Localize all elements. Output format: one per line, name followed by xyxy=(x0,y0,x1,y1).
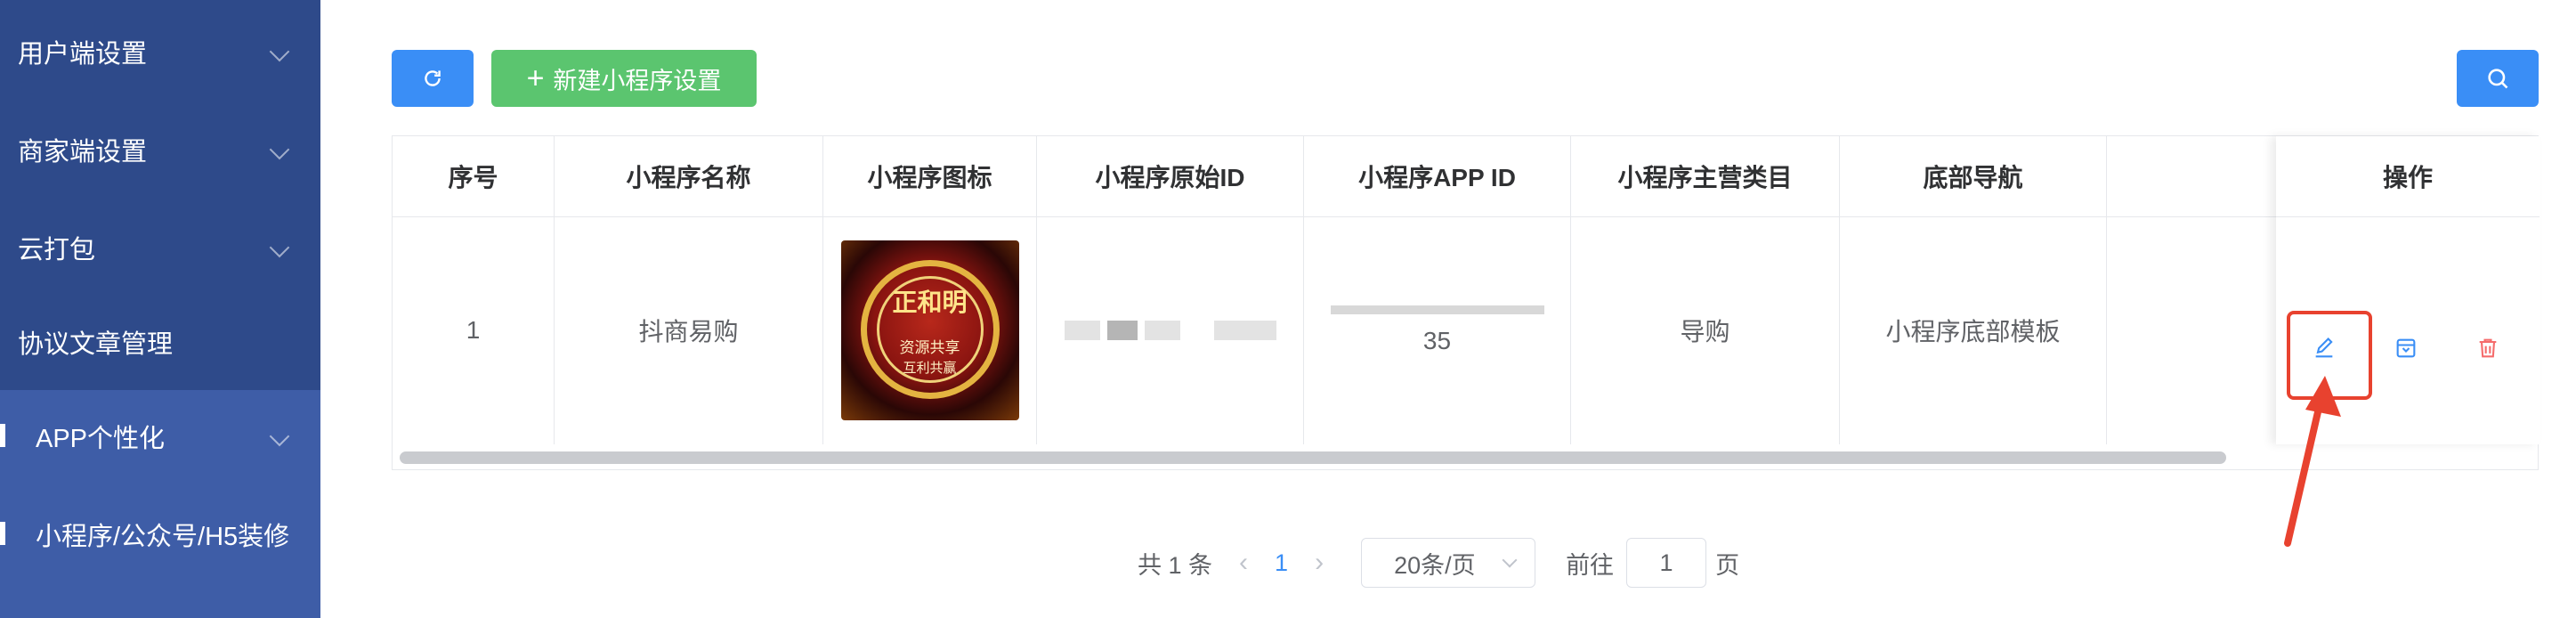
sidebar-item-cloud-pack[interactable]: 云打包 xyxy=(0,201,320,299)
icon-line2-text: 互利共赢 xyxy=(903,360,957,376)
next-page-icon[interactable]: › xyxy=(1315,548,1324,578)
sidebar-item-agreement[interactable]: 协议文章管理 xyxy=(0,296,320,394)
publish-icon xyxy=(2396,338,2416,358)
redacted-value xyxy=(1330,305,1544,314)
sidebar-item-user-settings[interactable]: 用户端设置 xyxy=(0,5,320,103)
chevron-down-icon xyxy=(269,41,290,62)
sidebar-item-app-personalize[interactable]: APP个性化 xyxy=(0,390,320,488)
goto-page-input[interactable]: 1 xyxy=(1626,538,1707,588)
icon-line1-text: 资源共享 xyxy=(899,339,960,357)
app-id-suffix: 35 xyxy=(1422,327,1452,354)
refresh-button[interactable] xyxy=(392,50,474,107)
icon-main-text: 正和明 xyxy=(892,288,968,317)
chevron-down-icon xyxy=(1502,552,1518,568)
redacted-value xyxy=(1064,321,1276,340)
delete-button[interactable] xyxy=(2472,332,2504,364)
plus-icon: + xyxy=(526,61,545,95)
chevron-down-icon xyxy=(269,237,290,258)
search-button[interactable] xyxy=(2457,50,2539,107)
row-name: 抖商易购 xyxy=(555,216,823,444)
sidebar-item-label: APP个性化 xyxy=(36,425,166,453)
annotation-arrow-icon xyxy=(2284,376,2341,547)
search-icon xyxy=(2488,69,2508,89)
sidebar-item-label: 商家端设置 xyxy=(18,138,148,167)
sidebar-item-label: 云打包 xyxy=(18,236,96,264)
sidebar-item-merchant-settings[interactable]: 商家端设置 xyxy=(0,103,320,201)
header-icon: 小程序图标 xyxy=(823,136,1037,216)
header-name: 小程序名称 xyxy=(555,136,823,216)
sidebar-item-label: 小程序/公众号/H5装修 xyxy=(36,523,290,551)
active-indicator xyxy=(0,522,5,545)
data-table: 序号 小程序名称 小程序图标 小程序原始ID 小程序APP ID 小程序主营类目… xyxy=(392,135,2540,470)
page-size-value: 20条/页 xyxy=(1394,551,1476,579)
row-app-id: 35 xyxy=(1304,216,1571,444)
row-icon-cell: 正和明 资源共享 互利共赢 xyxy=(823,216,1037,444)
header-category: 小程序主营类目 xyxy=(1571,136,1840,216)
row-category: 导购 xyxy=(1571,216,1840,444)
table-header: 序号 小程序名称 小程序图标 小程序原始ID 小程序APP ID 小程序主营类目… xyxy=(393,136,2538,217)
new-miniprogram-button[interactable]: + 新建小程序设置 xyxy=(491,50,757,107)
page-size-select[interactable]: 20条/页 xyxy=(1361,538,1536,588)
miniprogram-icon-image[interactable]: 正和明 资源共享 互利共赢 xyxy=(840,240,1019,420)
goto-label: 前往 xyxy=(1566,551,1615,579)
header-app-id: 小程序APP ID xyxy=(1304,136,1571,216)
active-indicator xyxy=(0,424,5,447)
horizontal-scrollbar[interactable] xyxy=(400,451,2226,464)
sidebar-item-miniprogram-decor[interactable]: 小程序/公众号/H5装修 xyxy=(0,488,320,618)
chevron-down-icon xyxy=(269,426,290,447)
header-index: 序号 xyxy=(393,136,555,216)
chevron-down-icon xyxy=(269,139,290,160)
header-original-id: 小程序原始ID xyxy=(1037,136,1304,216)
publish-button[interactable] xyxy=(2390,332,2422,364)
pagination-total: 共 1 条 xyxy=(1138,551,1213,579)
row-bottom-nav: 小程序底部模板 xyxy=(1840,216,2107,444)
page-number[interactable]: 1 xyxy=(1275,549,1288,577)
header-actions: 操作 xyxy=(2276,136,2540,217)
row-original-id xyxy=(1037,216,1304,444)
sidebar: 用户端设置 商家端设置 云打包 协议文章管理 APP个性化 小程序/公众号/H5… xyxy=(0,0,320,618)
pagination: 共 1 条 ‹ 1 › 20条/页 前往 1 页 xyxy=(1138,538,1739,588)
sidebar-item-label: 用户端设置 xyxy=(18,40,148,69)
new-button-label: 新建小程序设置 xyxy=(553,67,722,94)
table-row: 1 抖商易购 正和明 资源共享 互利共赢 35 导购 小程序底部模板 无 xyxy=(393,216,2538,444)
row-index: 1 xyxy=(393,216,555,444)
page-unit-label: 页 xyxy=(1715,551,1740,579)
header-bottom-nav: 底部导航 xyxy=(1840,136,2107,216)
prev-page-icon[interactable]: ‹ xyxy=(1239,548,1248,578)
delete-icon xyxy=(2479,338,2497,358)
refresh-icon xyxy=(425,70,441,86)
sidebar-item-label: 协议文章管理 xyxy=(18,330,174,359)
